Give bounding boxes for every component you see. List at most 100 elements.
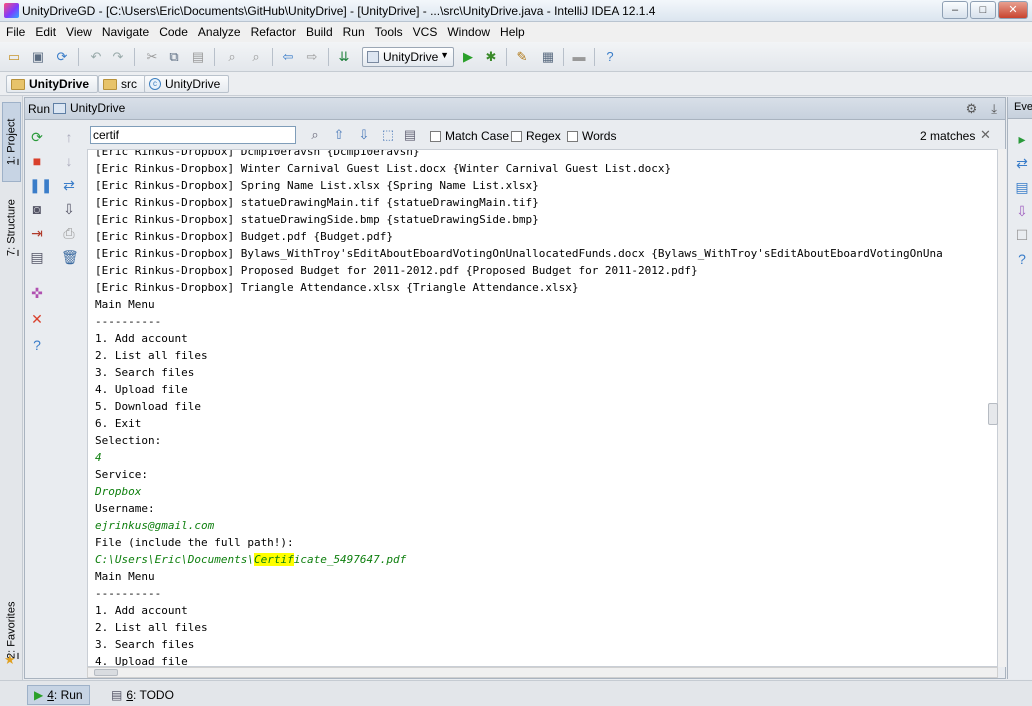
todo-icon: ▤ <box>111 688 123 702</box>
menu-edit[interactable]: Edit <box>30 22 61 42</box>
run-configuration-select[interactable]: UnityDrive ▼ <box>362 47 454 67</box>
console-line: 4. Upload file <box>95 655 188 667</box>
hide-window-icon[interactable]: ⤓ <box>991 101 997 117</box>
pin-icon[interactable]: ✜ <box>29 285 45 301</box>
menu-file[interactable]: File <box>1 22 30 42</box>
find-all-icon[interactable]: ⬚ <box>380 127 396 143</box>
run-tab-unitydrive[interactable]: UnityDrive <box>53 101 125 115</box>
settings-icon[interactable]: ✎ <box>514 49 530 65</box>
vertical-scrollbar[interactable] <box>988 149 1006 667</box>
gear-icon[interactable]: ⚙ <box>966 101 978 117</box>
intellij-app-icon <box>4 3 19 18</box>
menu-run[interactable]: Run <box>338 22 370 42</box>
event-list-icon[interactable]: ▤ <box>1014 179 1030 195</box>
menu-vcs[interactable]: VCS <box>408 22 443 42</box>
filter-icon[interactable]: ▤ <box>402 127 418 143</box>
event-check-icon[interactable]: ☐ <box>1014 227 1030 243</box>
dump-threads-icon[interactable]: ◙ <box>29 201 45 217</box>
clear-all-icon[interactable]: 🗑 <box>61 249 79 265</box>
debug-icon[interactable]: ✱ <box>483 49 499 65</box>
horizontal-scrollbar[interactable] <box>87 667 998 678</box>
console-line: 3. Search files <box>95 638 195 651</box>
main-toolbar: ▭ ▣ ⟳ ↶ ↷ ✂ ⧉ ▤ ⌕ ⌕ ⇦ ⇨ ⇊ UnityDrive ▼ ▶… <box>0 42 1032 72</box>
event-icon[interactable]: ▸ <box>1014 131 1030 147</box>
help-icon[interactable]: ? <box>29 337 45 353</box>
find-icon[interactable]: ⌕ <box>224 49 240 65</box>
run-icon[interactable]: ▶ <box>460 49 476 65</box>
tab-project[interactable]: 1: Project <box>2 102 21 182</box>
up-arrow-icon[interactable]: ↑ <box>61 129 77 145</box>
close-icon[interactable]: ✕ <box>29 311 45 327</box>
console-line: [Eric Rinkus-Dropbox] Winter Carnival Gu… <box>95 162 672 175</box>
rerun-icon[interactable]: ⟳ <box>29 129 45 145</box>
print-icon[interactable]: ⎙ <box>61 225 77 241</box>
menu-tools[interactable]: Tools <box>370 22 408 42</box>
search-history-icon[interactable]: ⌕ <box>307 127 323 143</box>
event-wrap-icon[interactable]: ⇄ <box>1014 155 1030 171</box>
minimize-button[interactable]: – <box>942 1 968 19</box>
console-output[interactable]: [Eric Rinkus-Dropbox] Dcmp10eravsn {Dcmp… <box>87 149 998 667</box>
menu-view[interactable]: View <box>61 22 97 42</box>
back-icon[interactable]: ⇦ <box>280 49 296 65</box>
event-log-header: Eve <box>1008 97 1032 119</box>
synchronize-icon[interactable]: ⟳ <box>54 49 70 65</box>
words-checkbox[interactable]: Words <box>567 129 616 143</box>
menu-analyze[interactable]: Analyze <box>193 22 246 42</box>
menu-refactor[interactable]: Refactor <box>246 22 301 42</box>
event-download-icon[interactable]: ⇩ <box>1014 203 1030 219</box>
stop-icon[interactable]: ■ <box>29 153 45 169</box>
menu-window[interactable]: Window <box>442 22 495 42</box>
folder-icon <box>103 78 117 90</box>
vcs-icon[interactable]: ▬ <box>571 49 587 65</box>
pause-icon[interactable]: ❚❚ <box>29 177 52 193</box>
menu-build[interactable]: Build <box>301 22 338 42</box>
breadcrumb-project[interactable]: UnityDrive <box>6 75 99 93</box>
exit-icon[interactable]: ⇥ <box>29 225 45 241</box>
regex-checkbox[interactable]: Regex <box>511 129 561 143</box>
console-line: 2. List all files <box>95 349 208 362</box>
close-window-button[interactable]: ✕ <box>998 1 1028 19</box>
breadcrumb-src[interactable]: src <box>98 75 146 93</box>
next-occurrence-icon[interactable]: ⇩ <box>356 127 372 143</box>
console-line: 4. Upload file <box>95 383 188 396</box>
previous-occurrence-icon[interactable]: ⇧ <box>331 127 347 143</box>
console-line: [Eric Rinkus-Dropbox] Spring Name List.x… <box>95 179 539 192</box>
menu-navigate[interactable]: Navigate <box>97 22 154 42</box>
tab-todo[interactable]: ▤ 6: TODO <box>105 685 180 705</box>
tab-structure[interactable]: 7: Structure <box>2 188 21 268</box>
scroll-to-end-icon[interactable]: ⇩ <box>61 201 77 217</box>
menu-help[interactable]: Help <box>495 22 530 42</box>
console-line: Main Menu <box>95 298 155 311</box>
undo-icon[interactable]: ↶ <box>88 49 104 65</box>
project-structure-icon[interactable]: ▦ <box>540 49 556 65</box>
application-icon <box>53 102 66 114</box>
console-line: Selection: <box>95 434 162 447</box>
replace-icon[interactable]: ⌕ <box>248 49 264 65</box>
save-all-icon[interactable]: ▣ <box>30 49 46 65</box>
paste-icon[interactable]: ▤ <box>190 49 206 65</box>
console-line: Dropbox <box>95 485 142 498</box>
restore-layout-icon[interactable]: ▤ <box>29 249 45 265</box>
cut-icon[interactable]: ✂ <box>144 49 160 65</box>
console-line: 1. Add account <box>95 332 188 345</box>
breadcrumb-class[interactable]: c UnityDrive <box>144 75 230 93</box>
maximize-button[interactable]: □ <box>970 1 996 19</box>
redo-icon[interactable]: ↷ <box>110 49 126 65</box>
make-project-icon[interactable]: ⇊ <box>336 49 352 65</box>
navigation-bar: UnityDrive src c UnityDrive <box>0 72 1032 96</box>
search-input[interactable] <box>90 126 296 144</box>
menu-code[interactable]: Code <box>154 22 193 42</box>
copy-icon[interactable]: ⧉ <box>166 49 182 65</box>
event-help-icon[interactable]: ? <box>1014 251 1030 267</box>
close-find-icon[interactable]: ✕ <box>980 127 991 143</box>
match-case-checkbox[interactable]: Match Case <box>430 129 509 143</box>
soft-wrap-icon[interactable]: ⇄ <box>61 177 77 193</box>
run-config-icon <box>367 51 379 63</box>
down-arrow-icon[interactable]: ↓ <box>61 153 77 169</box>
forward-icon[interactable]: ⇨ <box>304 49 320 65</box>
console-line: 2. List all files <box>95 621 208 634</box>
tab-run[interactable]: ▶ 4: Run <box>27 685 90 705</box>
help-icon[interactable]: ? <box>602 49 618 65</box>
console-line: File (include the full path!): <box>95 536 294 549</box>
open-folder-icon[interactable]: ▭ <box>6 49 22 65</box>
